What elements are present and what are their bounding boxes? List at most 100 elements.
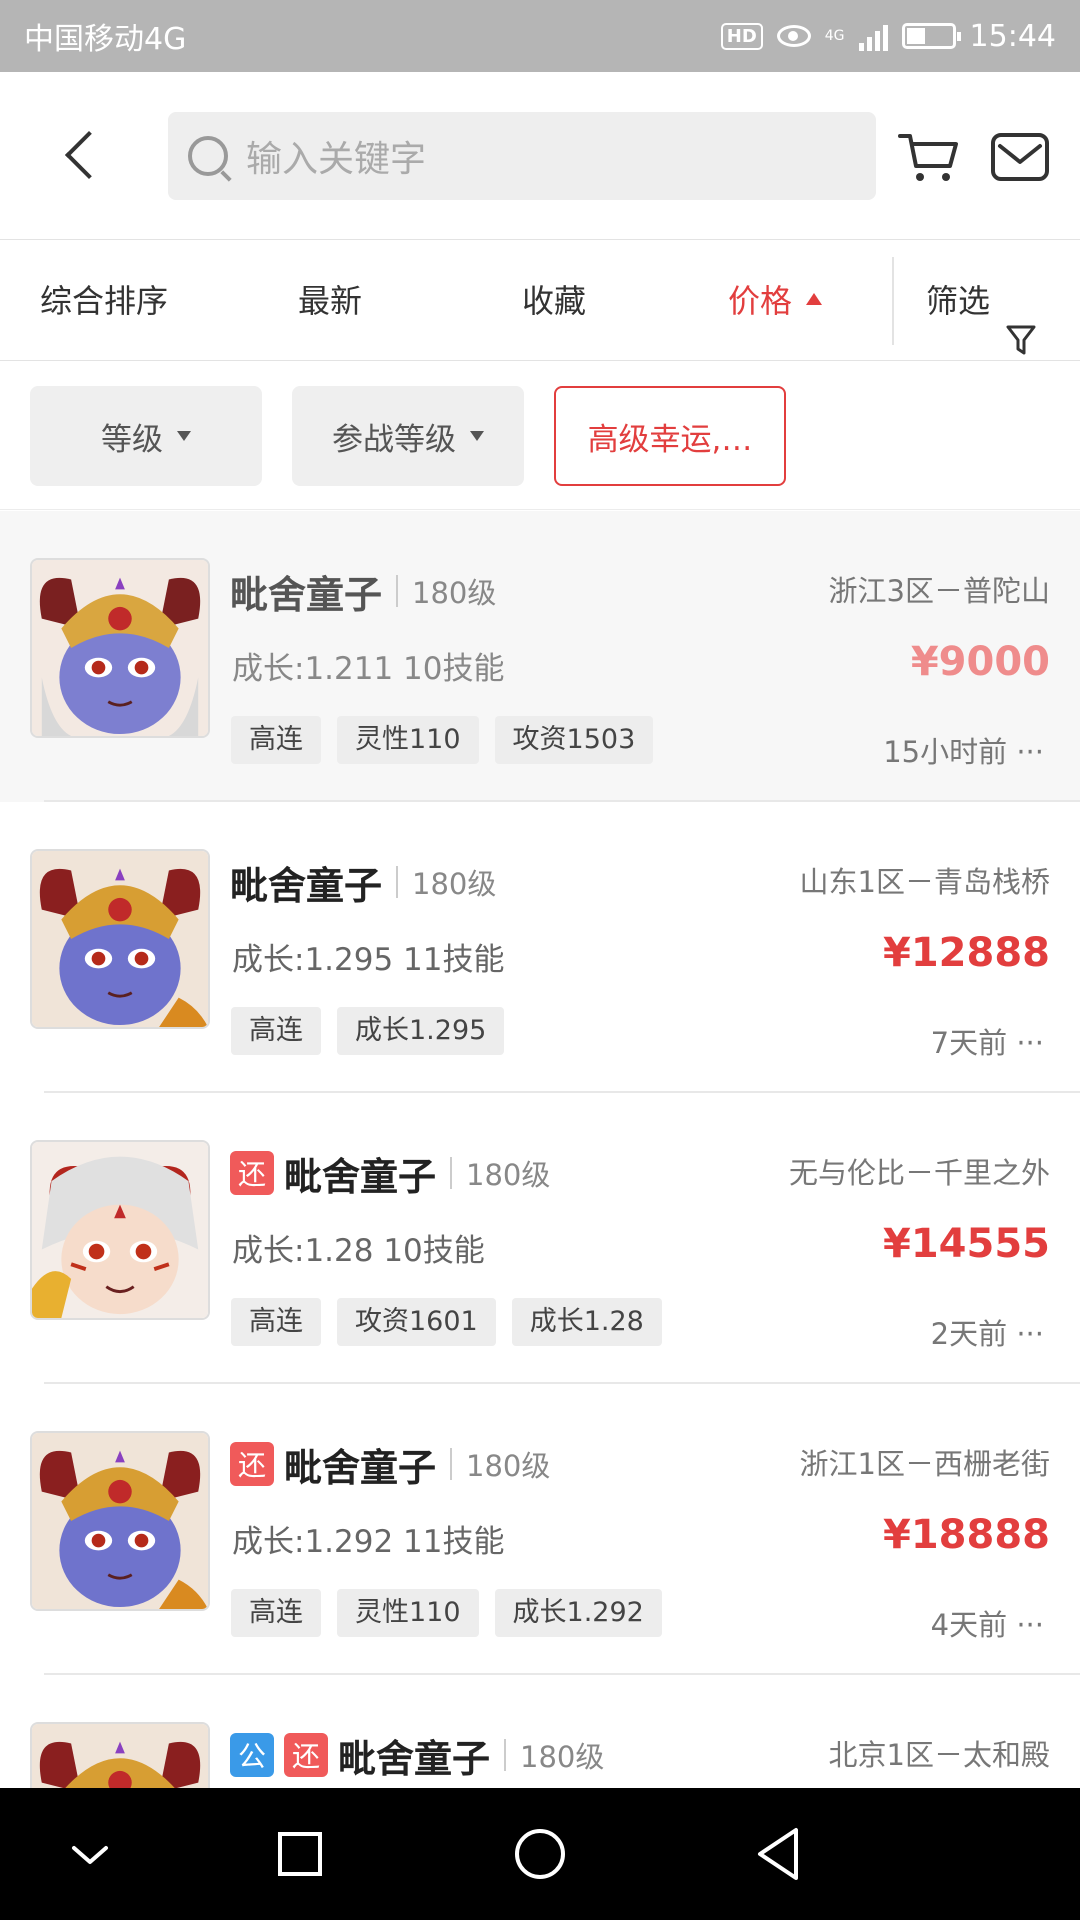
- sort-price[interactable]: 价格: [728, 241, 823, 361]
- back-button[interactable]: [56, 128, 104, 184]
- listing-time[interactable]: 2天前 ···: [931, 1311, 1044, 1353]
- filter-label: 筛选: [926, 282, 991, 320]
- pet-level: 180级: [520, 1740, 605, 1774]
- top-header: 输入关键字: [0, 72, 1080, 240]
- tag: 攻资1601: [337, 1298, 496, 1346]
- recent-apps-icon[interactable]: [264, 1818, 336, 1890]
- server-name: 北京1区－太和殿: [828, 1738, 1050, 1772]
- sort-bar: 综合排序 最新 收藏 价格 筛选: [0, 241, 1080, 361]
- hd-icon: HD: [720, 22, 763, 50]
- sort-favorites[interactable]: 收藏: [522, 241, 586, 361]
- listing-time[interactable]: 15小时前 ···: [883, 729, 1044, 771]
- sort-comprehensive[interactable]: 综合排序: [40, 241, 168, 361]
- pet-name: 毗舍童子: [338, 1736, 491, 1781]
- tag: 成长1.295: [337, 1007, 505, 1055]
- tag: 攻资1503: [494, 716, 654, 764]
- tag: 灵性110: [337, 716, 479, 764]
- tag: 高连: [231, 716, 321, 764]
- funnel-icon: [1006, 285, 1036, 355]
- tag-list: 高连 灵性110 攻资1503: [231, 716, 654, 764]
- price: ¥14555: [883, 1221, 1050, 1267]
- dropdown-arrow-icon: [470, 431, 484, 441]
- pet-level: 180级: [466, 1158, 551, 1192]
- home-icon[interactable]: [504, 1818, 576, 1890]
- battle-level-dropdown[interactable]: 参战等级: [292, 386, 524, 486]
- system-nav-bar: [0, 1788, 1080, 1920]
- server-name: 无与伦比－千里之外: [788, 1156, 1050, 1190]
- network-type: 4G: [824, 28, 845, 44]
- divider: [450, 1157, 453, 1189]
- public-badge: 公: [230, 1733, 274, 1777]
- server-name: 浙江1区－西栅老街: [799, 1447, 1050, 1481]
- refund-badge: 还: [230, 1151, 274, 1195]
- divider: [892, 257, 894, 345]
- growth-skills: 成长:1.211 10技能: [232, 651, 505, 687]
- sort-ascending-icon: [806, 293, 823, 305]
- list-item[interactable]: 毗舍童子 180级 山东1区－青岛栈桥 成长:1.295 11技能 ¥12888…: [0, 802, 1080, 1093]
- level-dropdown[interactable]: 等级: [30, 386, 262, 486]
- pet-avatar: [30, 558, 210, 738]
- tag-list: 高连 成长1.295: [231, 1007, 505, 1055]
- dropdown-arrow-icon: [177, 431, 191, 441]
- mail-icon[interactable]: [990, 132, 1050, 182]
- divider: [396, 575, 399, 607]
- pet-level: 180级: [412, 867, 497, 901]
- refund-badge: 还: [284, 1733, 328, 1777]
- pet-level: 180级: [466, 1449, 551, 1483]
- filter-chip-row: 等级 参战等级 高级幸运,…: [0, 362, 1080, 510]
- tag: 高连: [231, 1007, 321, 1055]
- list-item[interactable]: 还 毗舍童子 180级 浙江1区－西栅老街 成长:1.292 11技能 ¥188…: [0, 1384, 1080, 1675]
- pet-name: 毗舍童子: [230, 863, 383, 908]
- growth-skills: 成长:1.295 11技能: [232, 942, 505, 978]
- price: ¥12888: [883, 930, 1050, 976]
- chip-label: 高级幸运,…: [587, 421, 753, 458]
- search-icon: [188, 136, 228, 176]
- chip-label: 等级: [101, 421, 163, 458]
- divider: [450, 1448, 453, 1480]
- clock: 15:44: [969, 18, 1056, 54]
- title-row: 毗舍童子 180级: [230, 561, 496, 621]
- price: ¥18888: [883, 1512, 1050, 1558]
- pet-name: 毗舍童子: [284, 1445, 437, 1490]
- filter-button[interactable]: 筛选: [926, 241, 1036, 361]
- tag: 高连: [231, 1589, 321, 1637]
- listing-list: 毗舍童子 180级 浙江3区－普陀山 成长:1.211 10技能 ¥9000 高…: [0, 511, 1080, 1920]
- pet-name: 毗舍童子: [230, 572, 383, 617]
- divider: [396, 866, 399, 898]
- growth-skills: 成长:1.28 10技能: [232, 1233, 485, 1269]
- server-name: 浙江3区－普陀山: [828, 574, 1050, 608]
- pet-avatar: [30, 1140, 210, 1320]
- title-row: 毗舍童子 180级: [230, 852, 496, 912]
- server-name: 山东1区－青岛栈桥: [799, 865, 1050, 899]
- search-placeholder: 输入关键字: [246, 139, 427, 180]
- listing-time[interactable]: 4天前 ···: [931, 1602, 1044, 1644]
- eye-comfort-icon: [776, 25, 811, 47]
- pet-avatar: [30, 849, 210, 1029]
- signal-icon: [858, 21, 888, 51]
- cart-icon[interactable]: [898, 132, 960, 184]
- back-triangle-icon[interactable]: [744, 1818, 816, 1890]
- tag: 灵性110: [337, 1589, 479, 1637]
- tag: 成长1.292: [494, 1589, 662, 1637]
- pet-avatar: [30, 1431, 210, 1611]
- divider: [504, 1739, 507, 1771]
- pet-name: 毗舍童子: [284, 1154, 437, 1199]
- chip-label: 参战等级: [332, 421, 456, 458]
- skill-filter-chip[interactable]: 高级幸运,…: [554, 386, 786, 486]
- search-input[interactable]: 输入关键字: [168, 112, 876, 200]
- title-row: 还 毗舍童子 180级: [230, 1434, 550, 1494]
- tag-list: 高连 灵性110 成长1.292: [231, 1589, 662, 1637]
- battery-icon: [901, 23, 961, 49]
- chevron-down-icon[interactable]: [54, 1818, 126, 1890]
- carrier-label: 中国移动4G: [24, 22, 187, 57]
- tag: 成长1.28: [511, 1298, 662, 1346]
- title-row: 公 还 毗舍童子 180级: [230, 1725, 604, 1785]
- title-row: 还 毗舍童子 180级: [230, 1143, 550, 1203]
- sort-newest[interactable]: 最新: [298, 241, 362, 361]
- listing-time[interactable]: 7天前 ···: [931, 1020, 1044, 1062]
- pet-level: 180级: [412, 576, 497, 610]
- tag-list: 高连 攻资1601 成长1.28: [231, 1298, 662, 1346]
- status-bar: 中国移动4G HD 4G 15:44: [0, 0, 1080, 72]
- list-item[interactable]: 还 毗舍童子 180级 无与伦比－千里之外 成长:1.28 10技能 ¥1455…: [0, 1093, 1080, 1384]
- list-item[interactable]: 毗舍童子 180级 浙江3区－普陀山 成长:1.211 10技能 ¥9000 高…: [0, 511, 1080, 802]
